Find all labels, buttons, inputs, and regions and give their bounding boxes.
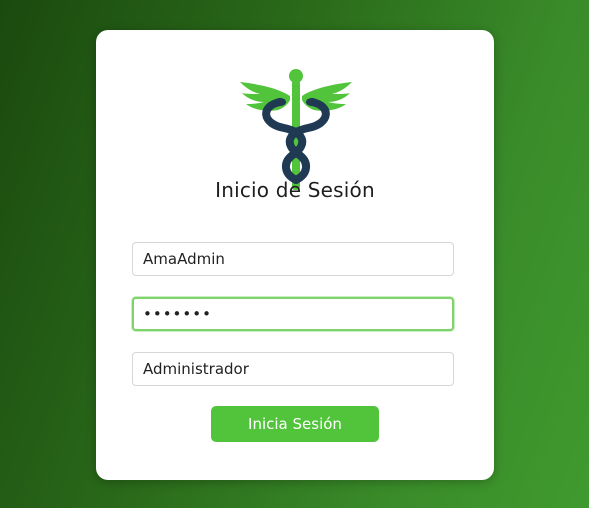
login-card: Inicio de Sesión Inicia Sesión bbox=[96, 30, 494, 480]
page-title: Inicio de Sesión bbox=[215, 178, 375, 202]
username-input[interactable] bbox=[132, 242, 454, 276]
password-input[interactable] bbox=[132, 297, 454, 331]
role-input[interactable] bbox=[132, 352, 454, 386]
caduceus-icon bbox=[240, 69, 352, 190]
login-button[interactable]: Inicia Sesión bbox=[211, 406, 379, 442]
